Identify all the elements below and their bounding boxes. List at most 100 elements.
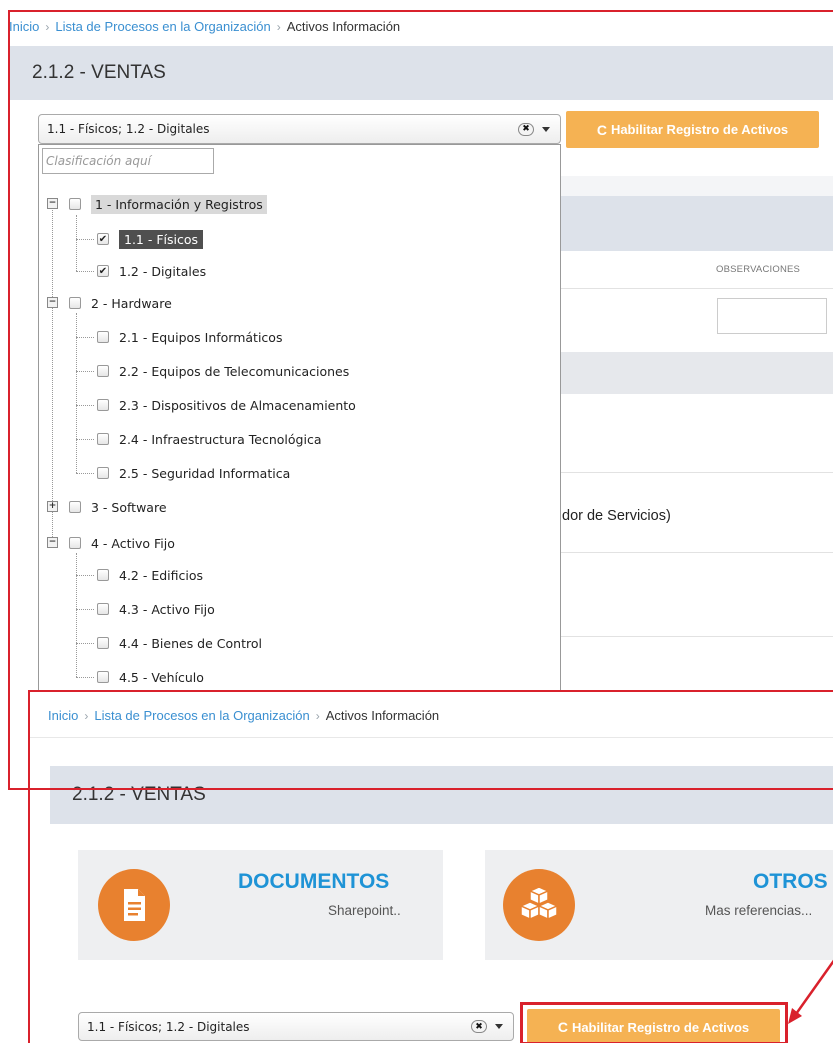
tree-node[interactable]: 2.5 - Seguridad Informatica (97, 461, 290, 485)
classification-select[interactable]: 1.1 - Físicos; 1.2 - Digitales ✖ (78, 1012, 514, 1041)
tree-node[interactable]: 2.1 - Equipos Informáticos (97, 325, 282, 349)
tree-connector (76, 405, 94, 406)
breadcrumb-separator: › (315, 709, 320, 723)
tree-node-label: 4.5 - Vehículo (119, 669, 204, 685)
row-divider (560, 288, 833, 289)
row-divider (560, 636, 833, 637)
tree-node-label: 2.5 - Seguridad Informatica (119, 465, 291, 481)
checkbox-icon[interactable] (69, 537, 81, 549)
checkbox-checked-icon[interactable]: ✔ (97, 233, 109, 245)
checkbox-icon[interactable] (97, 399, 109, 411)
document-icon (124, 889, 145, 921)
row-divider (560, 472, 833, 473)
checkbox-icon[interactable] (97, 671, 109, 683)
breadcrumb-current: Activos Información (286, 19, 401, 34)
collapse-icon[interactable]: − (47, 297, 58, 308)
tree-node[interactable]: 2.2 - Equipos de Telecomunicaciones (97, 359, 349, 383)
refresh-icon: C (596, 121, 607, 138)
tree-node-label: 4.2 - Edificios (119, 567, 204, 583)
breadcrumb-home-link[interactable]: Inicio (48, 708, 78, 723)
checkbox-checked-icon[interactable]: ✔ (97, 265, 109, 277)
checkbox-icon[interactable] (97, 331, 109, 343)
expand-icon[interactable]: + (47, 501, 58, 512)
others-card[interactable]: OTROS Mas referencias... (485, 850, 833, 960)
tree-connector (76, 439, 94, 440)
classification-search-input[interactable]: Clasificación aquí (42, 148, 214, 174)
tree-connector (76, 473, 94, 474)
breadcrumb-separator: › (276, 20, 281, 34)
checkbox-icon[interactable] (97, 603, 109, 615)
tree-node[interactable]: 4.3 - Activo Fijo (97, 597, 215, 621)
observaciones-input[interactable] (717, 298, 827, 334)
boxes-icon-circle (503, 869, 575, 941)
tree-node[interactable]: 2 - Hardware (69, 291, 172, 315)
breadcrumb: Inicio › Lista de Procesos en la Organizac… (48, 708, 439, 723)
collapse-icon[interactable]: − (47, 198, 58, 209)
tree-node[interactable]: 4 - Activo Fijo (69, 531, 175, 555)
tree-node[interactable]: 2.3 - Dispositivos de Almacenamiento (97, 393, 356, 417)
tree-node-label: 4.4 - Bienes de Control (119, 635, 262, 651)
tree-connector (76, 215, 77, 271)
tree-connector (52, 203, 53, 543)
top-screenshot: Inicio › Lista de Procesos en la Organizac… (0, 0, 833, 790)
chevron-down-icon[interactable] (495, 1024, 503, 1029)
tree-node-label: 1.2 - Digitales (119, 263, 207, 279)
tree-node-label: 2.4 - Infraestructura Tecnológica (119, 431, 322, 447)
tree-node[interactable]: 4.5 - Vehículo (97, 665, 204, 689)
tree-node[interactable]: 4.2 - Edificios (97, 563, 203, 587)
page-title: 2.1.2 - VENTAS (50, 766, 833, 824)
tree-connector (76, 271, 94, 272)
checkbox-icon[interactable] (97, 467, 109, 479)
tree-node-label: 1 - Información y Registros (91, 194, 267, 214)
enable-asset-registry-button[interactable]: C Habilitar Registro de Activos (566, 111, 819, 148)
breadcrumb-separator: › (45, 20, 50, 34)
bottom-screenshot: Inicio › Lista de Procesos en la Organizac… (28, 690, 833, 1043)
chevron-down-icon[interactable] (542, 126, 550, 132)
tree-node[interactable]: 4.4 - Bienes de Control (97, 631, 262, 655)
breadcrumb-home-link[interactable]: Inicio (9, 19, 39, 34)
breadcrumb-separator: › (84, 709, 89, 723)
tree-node[interactable]: 1 - Información y Registros (69, 192, 267, 216)
tree-node-label: 1.1 - Físicos (119, 229, 204, 249)
row-divider (560, 552, 833, 553)
classification-select-value: 1.1 - Físicos; 1.2 - Digitales (47, 122, 210, 136)
tree-node-label: 2.2 - Equipos de Telecomunicaciones (119, 363, 350, 379)
section-header-band (560, 195, 833, 251)
tree-node-label: 4 - Activo Fijo (91, 535, 175, 551)
service-provider-text: dor de Servicios) (562, 508, 671, 524)
tree-node-label: 3 - Software (91, 499, 167, 515)
clear-selection-icon[interactable]: ✖ (471, 1020, 487, 1033)
tree-node-label: 2.1 - Equipos Informáticos (119, 329, 283, 345)
observaciones-column-header: OBSERVACIONES (716, 264, 801, 275)
tree-node-label: 2 - Hardware (91, 295, 172, 311)
tree-node-label: 4.3 - Activo Fijo (119, 601, 215, 617)
checkbox-icon[interactable] (69, 297, 81, 309)
annotation-arrow-icon (788, 959, 833, 1024)
tree-node[interactable]: 2.4 - Infraestructura Tecnológica (97, 427, 321, 451)
page-title: 2.1.2 - VENTAS (10, 46, 833, 100)
breadcrumb-process-list-link[interactable]: Lista de Procesos en la Organización (55, 19, 270, 34)
checkbox-icon[interactable] (97, 637, 109, 649)
highlight-annotation-box (520, 1002, 788, 1043)
checkbox-icon[interactable] (97, 433, 109, 445)
checkbox-icon[interactable] (97, 569, 109, 581)
documents-card-title: DOCUMENTOS (238, 870, 390, 893)
tree-connector (76, 643, 94, 644)
section-top-band (560, 176, 833, 196)
breadcrumb-process-list-link[interactable]: Lista de Procesos en la Organización (94, 708, 309, 723)
tree-node[interactable]: ✔ 1.2 - Digitales (97, 259, 206, 283)
others-card-title: OTROS (753, 870, 828, 893)
tree-connector (76, 677, 94, 678)
tree-connector (76, 371, 94, 372)
clear-selection-icon[interactable]: ✖ (518, 122, 534, 136)
tree-node[interactable]: ✔ 1.1 - Físicos (97, 227, 204, 251)
checkbox-icon[interactable] (69, 501, 81, 513)
tree-node[interactable]: 3 - Software (69, 495, 167, 519)
breadcrumb-current: Activos Información (325, 708, 440, 723)
boxes-icon (519, 886, 559, 921)
documents-card[interactable]: DOCUMENTOS Sharepoint.. (78, 850, 443, 960)
classification-select[interactable]: 1.1 - Físicos; 1.2 - Digitales ✖ (38, 114, 561, 144)
checkbox-icon[interactable] (69, 198, 81, 210)
collapse-icon[interactable]: − (47, 537, 58, 548)
checkbox-icon[interactable] (97, 365, 109, 377)
